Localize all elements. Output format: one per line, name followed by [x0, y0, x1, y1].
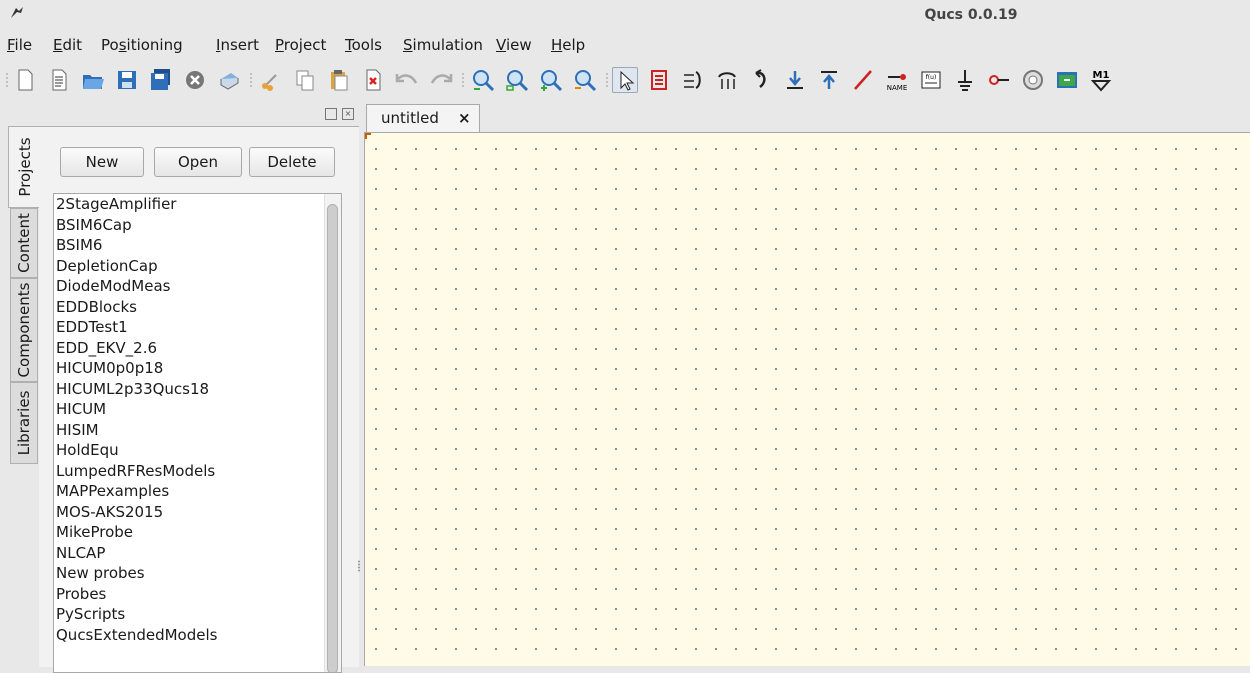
project-list-item[interactable]: HoldEqu	[54, 440, 341, 461]
window-title: Qucs 0.0.19	[924, 7, 1018, 23]
zoom-out-icon[interactable]	[572, 67, 598, 93]
project-list-item[interactable]: NLCAP	[54, 543, 341, 564]
equation-icon[interactable]: f(u)	[918, 67, 944, 93]
zoom-selection-icon[interactable]	[504, 67, 530, 93]
pop-out-icon[interactable]	[816, 67, 842, 93]
document-tab-bar: untitled ×	[362, 100, 1250, 132]
project-list-item[interactable]: New probes	[54, 563, 341, 584]
go-into-subcircuit-icon[interactable]	[782, 67, 808, 93]
delete-icon[interactable]	[360, 67, 386, 93]
undo-icon[interactable]	[394, 67, 420, 93]
toolbar-grip[interactable]	[6, 72, 8, 88]
menu-tools[interactable]: Tools	[343, 36, 384, 54]
project-list-item[interactable]: HICUML2p33Qucs18	[54, 379, 341, 400]
marker-icon[interactable]: M1	[1088, 67, 1114, 93]
project-list-item[interactable]: BSIM6Cap	[54, 215, 341, 236]
project-list-item[interactable]: 2StageAmplifier	[54, 194, 341, 215]
paste-icon[interactable]	[326, 67, 352, 93]
project-list-item[interactable]: BSIM6	[54, 235, 341, 256]
menu-insert[interactable]: Insert	[214, 36, 261, 54]
tab-content[interactable]: Content	[10, 208, 38, 278]
menu-edit[interactable]: Edit	[51, 36, 84, 54]
tab-projects[interactable]: Projects	[8, 126, 40, 208]
dc-bias-icon[interactable]	[1054, 67, 1080, 93]
tab-untitled[interactable]: untitled ×	[366, 104, 480, 132]
project-list-item[interactable]: DiodeModMeas	[54, 276, 341, 297]
project-list-item[interactable]: Probes	[54, 584, 341, 605]
schematic-canvas[interactable]	[364, 132, 1250, 666]
project-list-item[interactable]: MAPPexamples	[54, 481, 341, 502]
menu-project[interactable]: Project	[273, 36, 328, 54]
zoom-in-icon[interactable]	[538, 67, 564, 93]
new-project-button[interactable]: New	[60, 147, 144, 177]
menu-view[interactable]: View	[494, 36, 534, 54]
open-icon[interactable]	[80, 67, 106, 93]
tab-label: untitled	[381, 109, 439, 127]
tab-libraries[interactable]: Libraries	[10, 382, 38, 464]
zoom-fit-icon[interactable]	[470, 67, 496, 93]
project-list-item[interactable]: LumpedRFResModels	[54, 461, 341, 482]
menu-bar: File Edit Positioning Insert Project Too…	[0, 32, 1250, 60]
project-list-item[interactable]: HICUM	[54, 399, 341, 420]
open-project-button[interactable]: Open	[154, 147, 242, 177]
project-list-item[interactable]: QucsExtendedModels	[54, 625, 341, 646]
project-list-item[interactable]: HISIM	[54, 420, 341, 441]
svg-text:M1: M1	[1093, 70, 1110, 81]
tab-close-icon[interactable]: ×	[458, 109, 471, 127]
toolbar: NAME f(u) M1	[0, 62, 1250, 98]
toolbar-separator	[462, 72, 464, 88]
mirror-y-icon[interactable]	[714, 67, 740, 93]
scrollbar-thumb[interactable]	[327, 204, 338, 672]
canvas-origin-marker	[365, 133, 371, 139]
title-bar: Qucs 0.0.19	[0, 0, 1250, 30]
print-icon[interactable]	[216, 67, 242, 93]
project-list-item[interactable]: MikeProbe	[54, 522, 341, 543]
toolbar-separator	[250, 72, 252, 88]
project-list-item[interactable]: HICUM0p0p18	[54, 358, 341, 379]
new-document-icon[interactable]	[12, 67, 38, 93]
project-list-item[interactable]: PyScripts	[54, 604, 341, 625]
project-list[interactable]: 2StageAmplifier BSIM6Cap BSIM6 DepletionCap…	[53, 193, 342, 673]
projects-dock: × Projects Content Components Libraries …	[0, 100, 362, 673]
cut-icon[interactable]	[258, 67, 284, 93]
save-all-icon[interactable]	[148, 67, 174, 93]
new-text-icon[interactable]	[46, 67, 72, 93]
mirror-x-icon[interactable]	[680, 67, 706, 93]
rotate-icon[interactable]	[748, 67, 774, 93]
copy-icon[interactable]	[292, 67, 318, 93]
delete-project-button[interactable]: Delete	[249, 147, 335, 177]
ground-icon[interactable]	[952, 67, 978, 93]
menu-simulation[interactable]: Simulation	[401, 36, 485, 54]
dock-close-icon[interactable]: ×	[342, 108, 354, 120]
project-list-item[interactable]: EDDTest1	[54, 317, 341, 338]
select-icon[interactable]	[612, 67, 638, 93]
projects-pane: New Open Delete 2StageAmplifier BSIM6Cap B…	[39, 126, 359, 673]
port-icon[interactable]	[986, 67, 1012, 93]
deactivate-icon[interactable]	[646, 67, 672, 93]
close-icon[interactable]	[182, 67, 208, 93]
svg-text:f(u): f(u)	[926, 74, 937, 81]
dock-splitter[interactable]	[356, 100, 362, 666]
project-list-item[interactable]: EDD_EKV_2.6	[54, 338, 341, 359]
menu-file[interactable]: File	[5, 36, 34, 54]
wire-label-icon[interactable]: NAME	[884, 67, 910, 93]
svg-text:NAME: NAME	[887, 84, 908, 92]
menu-help[interactable]: Help	[549, 36, 587, 54]
splitter-grip[interactable]	[357, 560, 361, 572]
tab-components[interactable]: Components	[10, 278, 38, 382]
redo-icon[interactable]	[428, 67, 454, 93]
wire-icon[interactable]	[850, 67, 876, 93]
save-icon[interactable]	[114, 67, 140, 93]
toolbar-separator	[606, 72, 608, 88]
project-list-item[interactable]: DepletionCap	[54, 256, 341, 277]
menu-positioning[interactable]: Positioning	[99, 36, 185, 54]
project-list-item[interactable]: MOS-AKS2015	[54, 502, 341, 523]
project-list-scrollbar[interactable]	[324, 194, 341, 672]
dock-float-icon[interactable]	[325, 108, 337, 120]
simulate-icon[interactable]	[1020, 67, 1046, 93]
project-list-item[interactable]: EDDBlocks	[54, 297, 341, 318]
